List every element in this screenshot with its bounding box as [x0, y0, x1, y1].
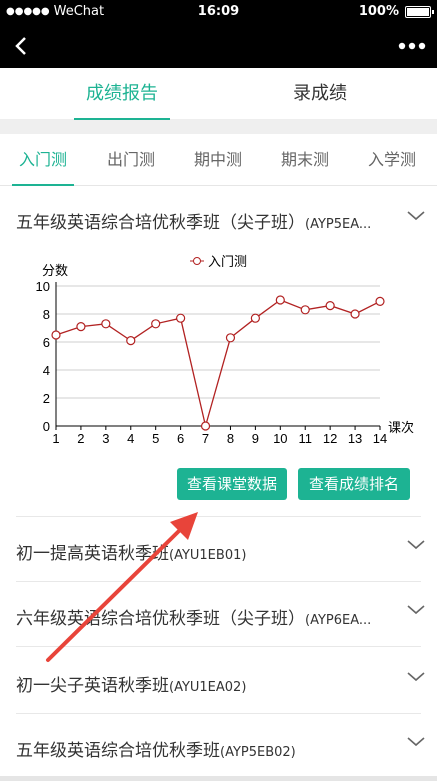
chevron-down-icon[interactable]	[407, 671, 425, 683]
data-point	[375, 296, 385, 307]
class-code: (AYP5EA...	[305, 217, 372, 232]
y-tick-label: 6	[43, 335, 50, 350]
bottom-border	[0, 776, 437, 781]
data-point	[275, 295, 285, 305]
legend-label: 入门测	[208, 255, 247, 270]
class-code: (AYP5EB02)	[220, 745, 296, 760]
main-tabs: 成绩报告 录成绩	[0, 68, 437, 120]
class-code: (AYU1EB01)	[169, 548, 247, 563]
x-tick-label: 13	[348, 431, 362, 446]
data-point	[126, 335, 136, 346]
chevron-down-icon[interactable]	[407, 736, 425, 748]
x-tick-label: 1	[52, 431, 59, 446]
class-name: 初一提高英语秋季班	[16, 544, 169, 564]
data-point	[350, 309, 360, 319]
class-code: (AYU1EA02)	[169, 680, 247, 695]
x-tick-label: 11	[298, 431, 312, 446]
y-tick-label: 0	[43, 419, 50, 434]
x-tick-label: 10	[273, 431, 287, 446]
data-point	[250, 313, 260, 323]
chevron-down-icon[interactable]	[407, 210, 425, 222]
tab-label: 录成绩	[293, 83, 347, 104]
x-axis-label: 课次	[388, 420, 414, 436]
x-tick-label: 3	[102, 431, 109, 446]
series-line	[55, 299, 381, 427]
x-tick-label: 9	[252, 431, 259, 446]
view-classroom-data-button[interactable]: 查看课堂数据	[177, 468, 287, 500]
view-score-ranking-button[interactable]: 查看成绩排名	[298, 468, 410, 500]
x-tick-label: 2	[77, 431, 84, 446]
data-point	[300, 305, 310, 315]
class-code: (AYP6EA...	[305, 613, 372, 628]
class-row-title: 五年级英语综合培优秋季班(AYP5EB02)	[16, 736, 296, 761]
chevron-down-icon[interactable]	[407, 604, 425, 616]
y-tick-label: 4	[43, 363, 50, 378]
x-tick-label: 8	[227, 431, 234, 446]
chevron-left-icon[interactable]	[10, 34, 34, 58]
tab-label: 入学测	[367, 150, 416, 169]
y-tick-label: 8	[43, 307, 50, 322]
x-tick-label: 4	[127, 431, 134, 446]
data-point	[225, 333, 236, 343]
y-tick-label: 2	[43, 391, 50, 406]
class-name: 五年级英语综合培优秋季班（尖子班）	[16, 213, 305, 233]
tab-admission-test[interactable]: 入学测	[361, 134, 423, 186]
data-point	[51, 330, 61, 340]
status-bar: ●●●●● WeChat 16:09 100%	[0, 0, 437, 24]
legend-marker	[193, 257, 201, 265]
tab-label: 出门测	[106, 150, 155, 169]
data-point	[101, 319, 111, 329]
data-point	[176, 313, 186, 323]
x-tick-label: 5	[152, 431, 159, 446]
class-row[interactable]: 初一尖子英语秋季班(AYU1EA02)	[0, 647, 437, 713]
class-row[interactable]: 六年级英语综合培优秋季班（尖子班）(AYP6EA...	[0, 582, 437, 646]
x-tick-label: 12	[323, 431, 337, 446]
battery-icon	[405, 5, 434, 18]
class-row-title: 初一提高英语秋季班(AYU1EB01)	[16, 539, 246, 564]
x-tick-label: 7	[202, 431, 209, 446]
class-row[interactable]: 五年级英语综合培优秋季班(AYP5EB02)	[0, 714, 437, 776]
data-point	[200, 421, 211, 431]
test-type-tabs: 入门测 出门测 期中测 期末测 入学测	[0, 134, 437, 186]
class-name: 五年级英语综合培优秋季班	[16, 741, 220, 761]
tab-entry-test[interactable]: 入门测	[12, 134, 74, 186]
x-tick-label: 6	[177, 431, 184, 446]
tab-label: 期末测	[280, 150, 329, 169]
score-line-chart: 02468101 2 3 4 5 6 7 8 9 10 11 12 13 14分数课次入门测	[36, 255, 414, 446]
tab-exit-test[interactable]: 出门测	[100, 134, 162, 186]
battery-percent: 100%	[358, 4, 399, 19]
tab-score-report[interactable]: 成绩报告	[74, 68, 170, 120]
class-row-title: 六年级英语综合培优秋季班（尖子班）(AYP6EA...	[16, 604, 371, 629]
data-point	[151, 319, 161, 329]
data-point	[325, 300, 335, 311]
more-dots-icon[interactable]	[397, 34, 427, 58]
y-tick-label: 10	[36, 279, 50, 294]
class-row[interactable]: 初一提高英语秋季班(AYU1EB01)	[0, 517, 437, 581]
tab-label: 入门测	[18, 150, 67, 169]
x-tick-label: 14	[373, 431, 387, 446]
tab-label: 成绩报告	[86, 83, 158, 104]
tab-label: 期中测	[193, 150, 242, 169]
tab-enter-scores[interactable]: 录成绩	[272, 68, 368, 120]
class-row-header[interactable]: 五年级英语综合培优秋季班（尖子班）(AYP5EA...	[16, 208, 371, 233]
tab-midterm-test[interactable]: 期中测	[187, 134, 249, 186]
chevron-down-icon[interactable]	[407, 539, 425, 551]
class-name: 六年级英语综合培优秋季班（尖子班）	[16, 609, 305, 629]
nav-bar	[0, 24, 437, 68]
class-row-title: 初一尖子英语秋季班(AYU1EA02)	[16, 671, 246, 696]
class-name: 初一尖子英语秋季班	[16, 676, 169, 696]
data-point	[76, 321, 86, 332]
section-divider	[0, 120, 437, 134]
tab-final-test[interactable]: 期末测	[274, 134, 336, 186]
y-axis-label: 分数	[42, 264, 68, 279]
